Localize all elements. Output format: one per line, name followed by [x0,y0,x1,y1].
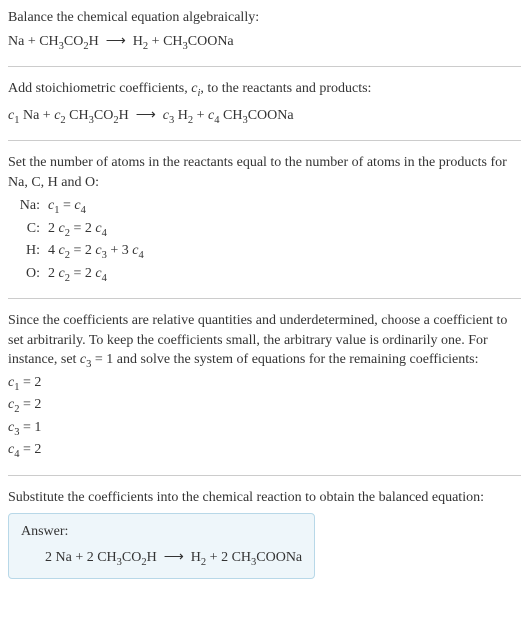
answer-box: Answer: 2 Na + 2 CH3CO2H ⟶ H2 + 2 CH3COO… [8,513,315,579]
coeff-line: c1 = 2 [8,373,521,395]
atom-label: C: [8,219,48,241]
step3-title: Set the number of atoms in the reactants… [8,153,521,192]
divider [8,475,521,476]
step1: Balance the chemical equation algebraica… [8,8,521,54]
atom-row: O: 2 c2 = 2 c4 [8,264,521,286]
answer-label: Answer: [21,522,302,542]
answer-equation: 2 Na + 2 CH3CO2H ⟶ H2 + 2 CH3COONa [21,548,302,570]
step1-title: Balance the chemical equation algebraica… [8,8,521,28]
step2: Add stoichiometric coefficients, ci, to … [8,79,521,128]
atom-label: O: [8,264,48,286]
step1-equation: Na + CH3CO2H ⟶ H2 + CH3COONa [8,32,521,54]
atom-equation: 2 c2 = 2 c4 [48,264,521,286]
coeff-line: c2 = 2 [8,395,521,417]
divider [8,66,521,67]
step5-title: Substitute the coefficients into the che… [8,488,521,508]
divider [8,298,521,299]
step2-title: Add stoichiometric coefficients, ci, to … [8,79,521,101]
atom-equation: c1 = c4 [48,196,521,218]
atom-equation: 2 c2 = 2 c4 [48,219,521,241]
coeff-line: c3 = 1 [8,418,521,440]
step5: Substitute the coefficients into the che… [8,488,521,580]
step2-equation: c1 Na + c2 CH3CO2H ⟶ c3 H2 + c4 CH3COONa [8,106,521,128]
atom-row: Na: c1 = c4 [8,196,521,218]
step4: Since the coefficients are relative quan… [8,311,521,463]
step4-title: Since the coefficients are relative quan… [8,311,521,373]
atom-table: Na: c1 = c4 C: 2 c2 = 2 c4 H: 4 c2 = 2 c… [8,196,521,286]
step3: Set the number of atoms in the reactants… [8,153,521,286]
divider [8,140,521,141]
atom-label: H: [8,241,48,263]
atom-label: Na: [8,196,48,218]
atom-row: C: 2 c2 = 2 c4 [8,219,521,241]
atom-row: H: 4 c2 = 2 c3 + 3 c4 [8,241,521,263]
atom-equation: 4 c2 = 2 c3 + 3 c4 [48,241,521,263]
coeff-line: c4 = 2 [8,440,521,462]
